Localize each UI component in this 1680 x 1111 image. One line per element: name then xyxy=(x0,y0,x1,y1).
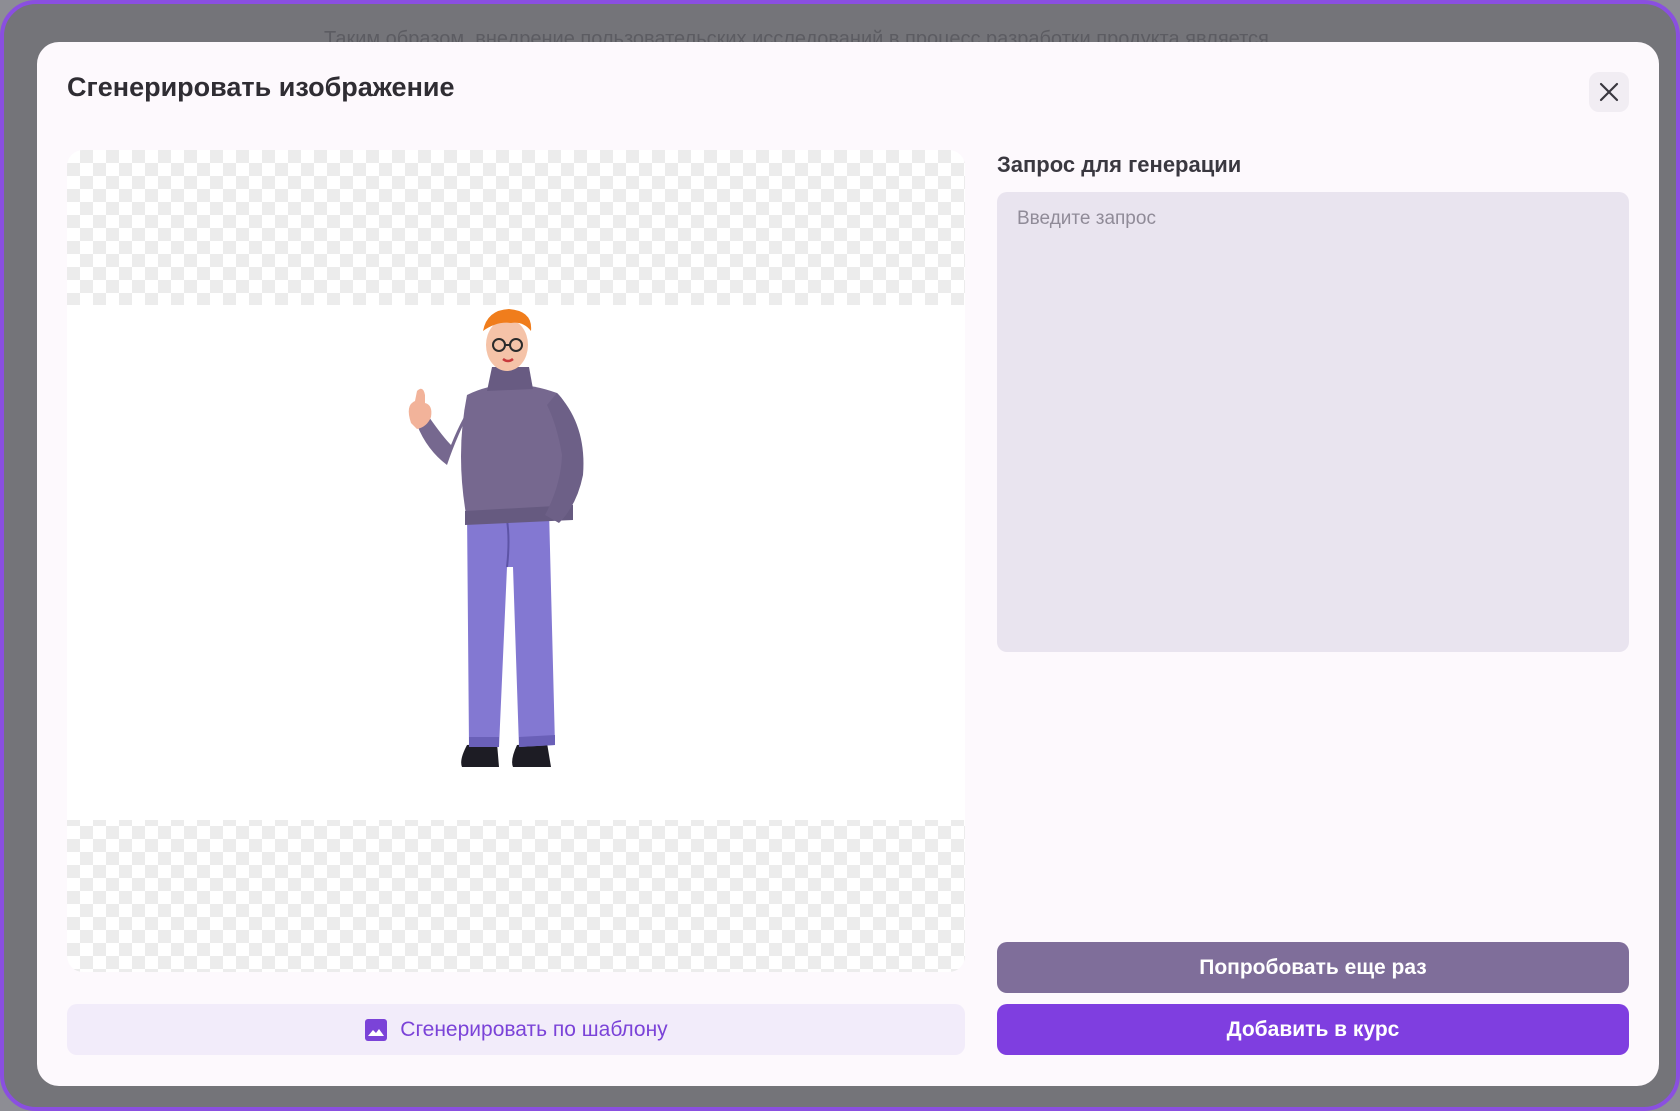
prompt-label: Запрос для генерации xyxy=(997,152,1242,177)
close-icon xyxy=(1599,82,1619,102)
image-icon xyxy=(365,1018,388,1041)
screen-frame: Таким образом, внедрение пользовательски… xyxy=(0,0,1680,1111)
generate-by-template-button[interactable]: Сгенерировать по шаблону xyxy=(67,1004,965,1055)
image-preview xyxy=(67,150,965,972)
modal-title: Сгенерировать изображение xyxy=(67,72,455,102)
prompt-input[interactable] xyxy=(997,192,1629,652)
person-illustration xyxy=(408,309,584,767)
template-button-label: Сгенерировать по шаблону xyxy=(400,1017,668,1041)
add-to-course-button[interactable]: Добавить в курс xyxy=(997,1004,1629,1055)
generate-image-modal: Сгенерировать изображение Сгенерировать … xyxy=(37,42,1659,1086)
close-button[interactable] xyxy=(1589,72,1629,112)
generated-image xyxy=(67,305,965,820)
retry-button[interactable]: Попробовать еще раз xyxy=(997,942,1629,993)
